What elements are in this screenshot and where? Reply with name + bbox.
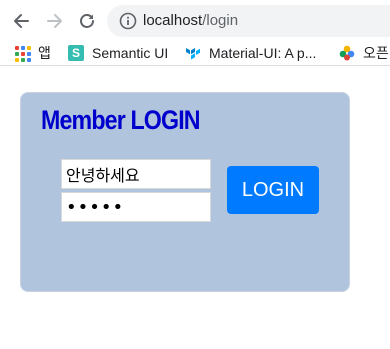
page-title: Member LOGIN xyxy=(41,105,201,135)
login-panel: Member LOGIN LOGIN xyxy=(20,92,350,292)
url-path: /login xyxy=(202,12,239,29)
reload-icon xyxy=(80,14,94,28)
login-button[interactable]: LOGIN xyxy=(227,166,319,214)
info-icon[interactable] xyxy=(119,12,137,30)
password-input[interactable] xyxy=(61,192,211,222)
browser-toolbar: localhost/login xyxy=(0,0,390,40)
colorful-flower-logo-icon xyxy=(339,45,355,61)
bookmark-label: 오픈 xyxy=(363,45,389,61)
material-ui-logo-icon xyxy=(185,45,201,61)
url-text: localhost/login xyxy=(143,12,238,30)
arrow-right-icon xyxy=(47,14,62,28)
reload-button[interactable] xyxy=(74,8,100,34)
bookmark-label: Semantic UI xyxy=(92,45,169,61)
back-button[interactable] xyxy=(8,8,34,34)
bookmark-open[interactable]: 오픈 xyxy=(339,43,389,63)
semantic-ui-logo-icon: S xyxy=(68,45,84,61)
url-host: localhost xyxy=(143,12,203,29)
bookmark-apps-label: 앱 xyxy=(38,45,51,61)
arrow-left-icon xyxy=(14,14,29,28)
address-bar[interactable]: localhost/login xyxy=(107,5,390,37)
bookmark-semantic-ui[interactable]: S Semantic UI xyxy=(68,43,168,63)
forward-button[interactable] xyxy=(42,8,68,34)
bookmark-label: Material-UI: A p... xyxy=(209,45,317,61)
bookmark-material-ui[interactable]: Material-UI: A p... xyxy=(185,43,316,63)
username-input[interactable] xyxy=(61,159,211,189)
bookmarks-bar: 앱 S Semantic UI Material-UI: A p... 오픈 xyxy=(0,40,390,66)
apps-grid-icon xyxy=(14,45,31,62)
bookmark-apps[interactable]: 앱 xyxy=(14,43,51,63)
